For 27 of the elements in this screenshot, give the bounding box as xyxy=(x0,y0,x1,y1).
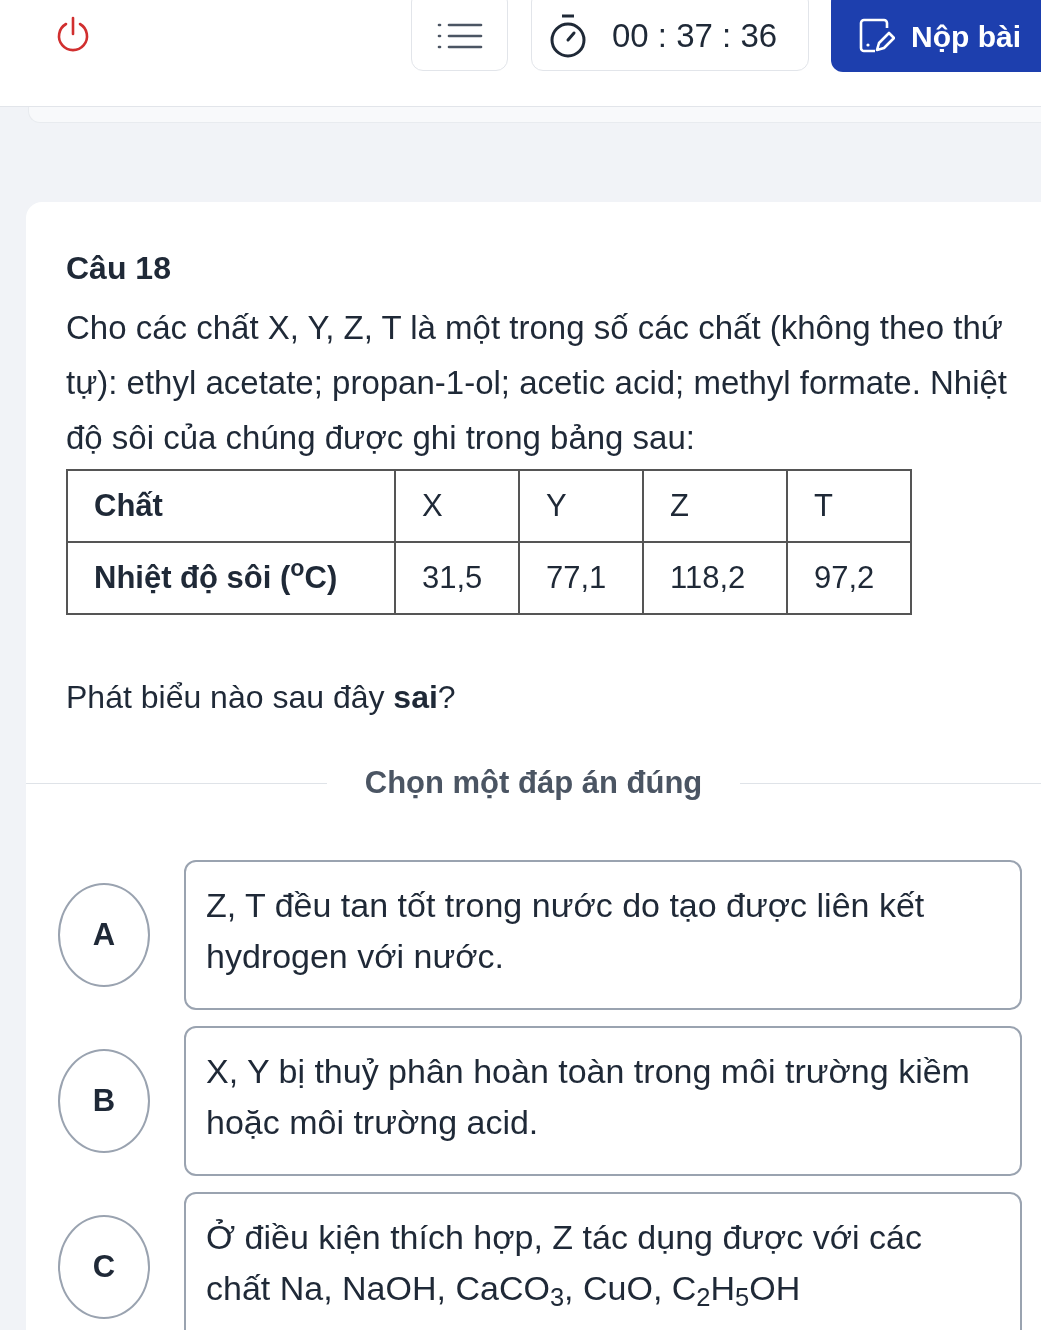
option-letter[interactable]: A xyxy=(58,883,150,987)
table-cell: 118,2 xyxy=(643,542,787,614)
answer-heading: Chọn một đáp án đúng xyxy=(363,764,704,802)
table-cell: T xyxy=(787,470,911,542)
option-answer[interactable]: Z, T đều tan tốt trong nước do tạo được liên kết hydrogen với nước. xyxy=(184,860,1022,1010)
option-answer[interactable]: X, Y bị thuỷ phân hoàn toàn trong môi trường kiềm hoặc môi trường acid. xyxy=(184,1026,1022,1176)
menu-button[interactable] xyxy=(411,0,508,71)
option-letter[interactable]: B xyxy=(58,1049,150,1153)
question-prompt: Phát biểu nào sau đây sai? xyxy=(66,678,457,717)
timer-text: 00 : 37 : 36 xyxy=(612,15,778,56)
table-cell: 97,2 xyxy=(787,542,911,614)
option-answer[interactable]: Ở điều kiện thích hợp, Z tác dụng được với các chất Na, NaOH, CaCO$_{3}$, CuO, C$_{2}$H$_{5}$OH xyxy=(184,1192,1022,1330)
table-cell: X xyxy=(395,470,519,542)
question-title: Câu 18 xyxy=(66,250,172,286)
table-cell: 77,1 xyxy=(519,542,643,614)
option-letter[interactable]: C xyxy=(58,1215,150,1319)
power-icon[interactable] xyxy=(55,16,91,54)
table-cell: 31,5 xyxy=(395,542,519,614)
question-text: Cho các chất X, Y, Z, T là một trong số các chất (không theo thứ tự): ethyl acetate; propan-1-ol; acetic acid; methyl formate. Nhiệt độ sôi của chúng được ghi trong bảng sau: xyxy=(66,308,1008,458)
table-cell: Y xyxy=(519,470,643,542)
edit-document-icon xyxy=(859,18,895,54)
table-cell: Z xyxy=(643,470,787,542)
list-icon xyxy=(436,21,483,50)
stopwatch-icon xyxy=(548,12,588,59)
table-cell: Nhiệt độ sôi ($^{o}$C) xyxy=(67,542,395,614)
submit-button[interactable]: Nộp bài xyxy=(831,0,1041,72)
table-cell: Chất xyxy=(67,470,395,542)
